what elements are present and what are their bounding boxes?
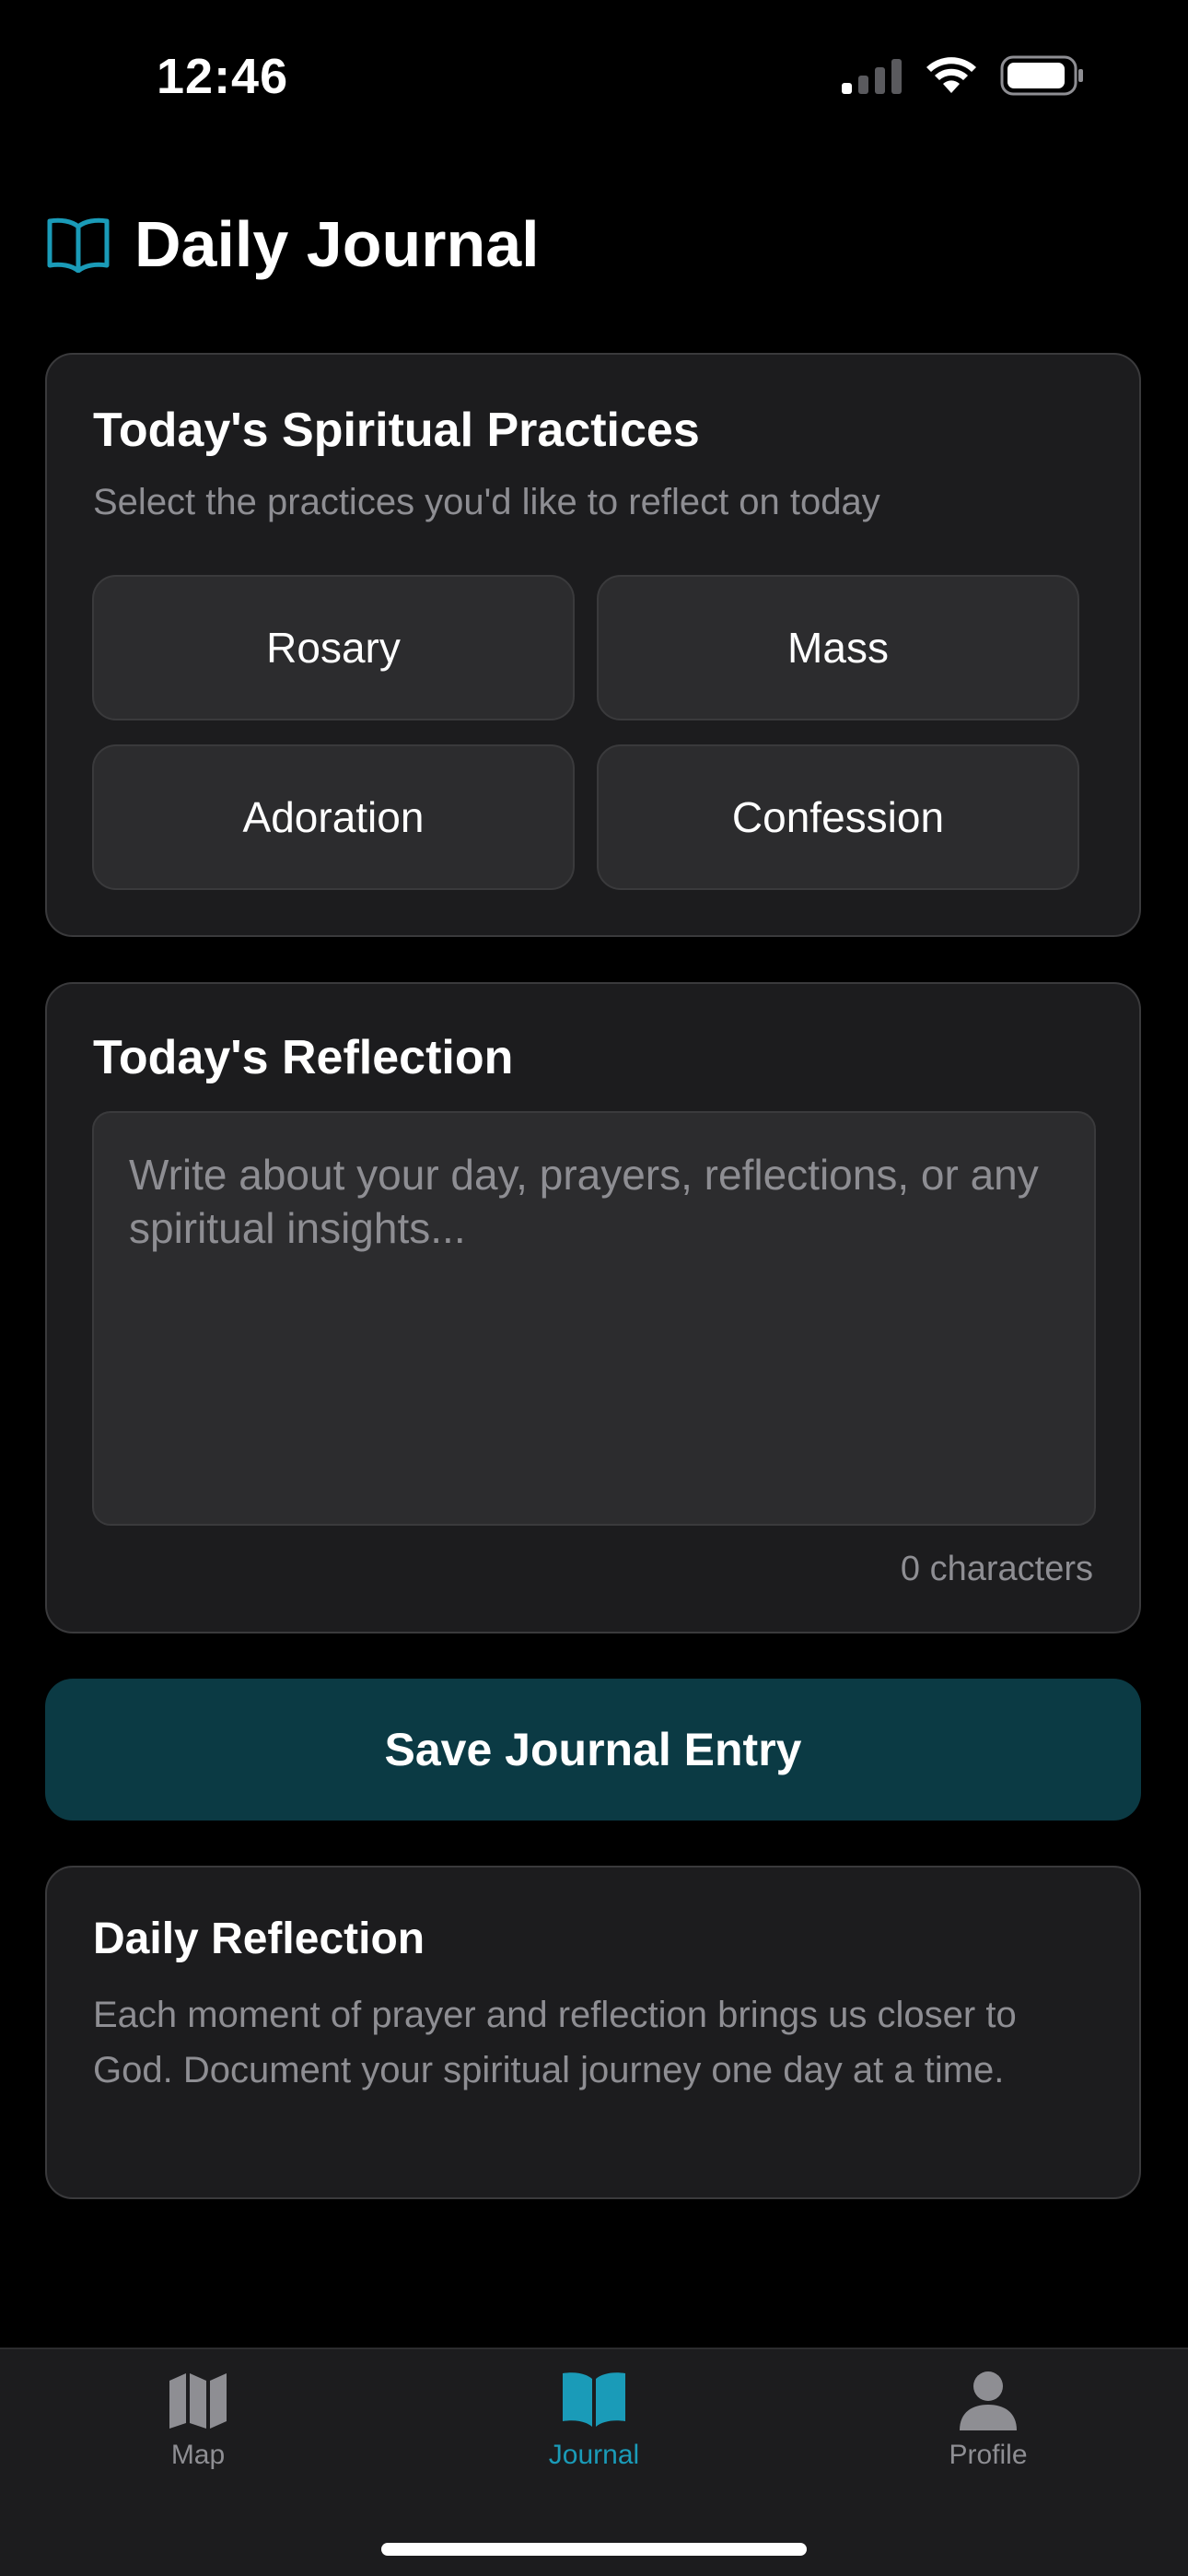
page-title: Daily Journal [134, 208, 540, 280]
tab-map-label: Map [170, 2440, 226, 2470]
book-icon [563, 2372, 625, 2427]
open-book-icon [47, 217, 110, 273]
home-indicator[interactable] [381, 2543, 807, 2556]
wifi-icon [926, 57, 976, 93]
battery-icon [1000, 55, 1083, 96]
daily-reflection-title: Daily Reflection [93, 1914, 425, 1963]
save-journal-entry-button[interactable]: Save Journal Entry [45, 1679, 1141, 1821]
practice-confession-button[interactable]: Confession [597, 744, 1079, 890]
practice-adoration-button[interactable]: Adoration [92, 744, 575, 890]
practice-mass-button[interactable]: Mass [597, 575, 1079, 720]
tab-profile-label: Profile [949, 2440, 1028, 2470]
tab-profile[interactable]: Profile [896, 2368, 1080, 2471]
daily-reflection-card: Daily Reflection Each moment of prayer a… [45, 1866, 1141, 2199]
practices-card: Today's Spiritual Practices Select the p… [45, 353, 1141, 937]
tab-map[interactable]: Map [106, 2368, 290, 2471]
map-icon [169, 2373, 227, 2429]
character-count: 0 characters [900, 1550, 1093, 1588]
tab-journal-label: Journal [548, 2440, 640, 2470]
tab-journal[interactable]: Journal [502, 2368, 686, 2471]
daily-reflection-text: Each moment of prayer and reflection bri… [93, 1995, 1017, 2090]
tab-bar: Map Journal Profile [0, 2348, 1188, 2576]
practices-title: Today's Spiritual Practices [93, 404, 700, 457]
practices-subtitle: Select the practices you'd like to refle… [93, 482, 880, 522]
reflection-title: Today's Reflection [93, 1031, 514, 1084]
status-icons [842, 55, 1085, 96]
practice-rosary-button[interactable]: Rosary [92, 575, 575, 720]
reflection-textarea[interactable] [92, 1111, 1096, 1526]
status-bar: 12:46 [0, 0, 1188, 157]
person-icon [960, 2371, 1017, 2430]
page-header: Daily Journal [46, 207, 540, 281]
reflection-card: Today's Reflection 0 characters [45, 982, 1141, 1633]
cellular-signal-icon [842, 59, 902, 94]
status-time: 12:46 [157, 49, 289, 104]
